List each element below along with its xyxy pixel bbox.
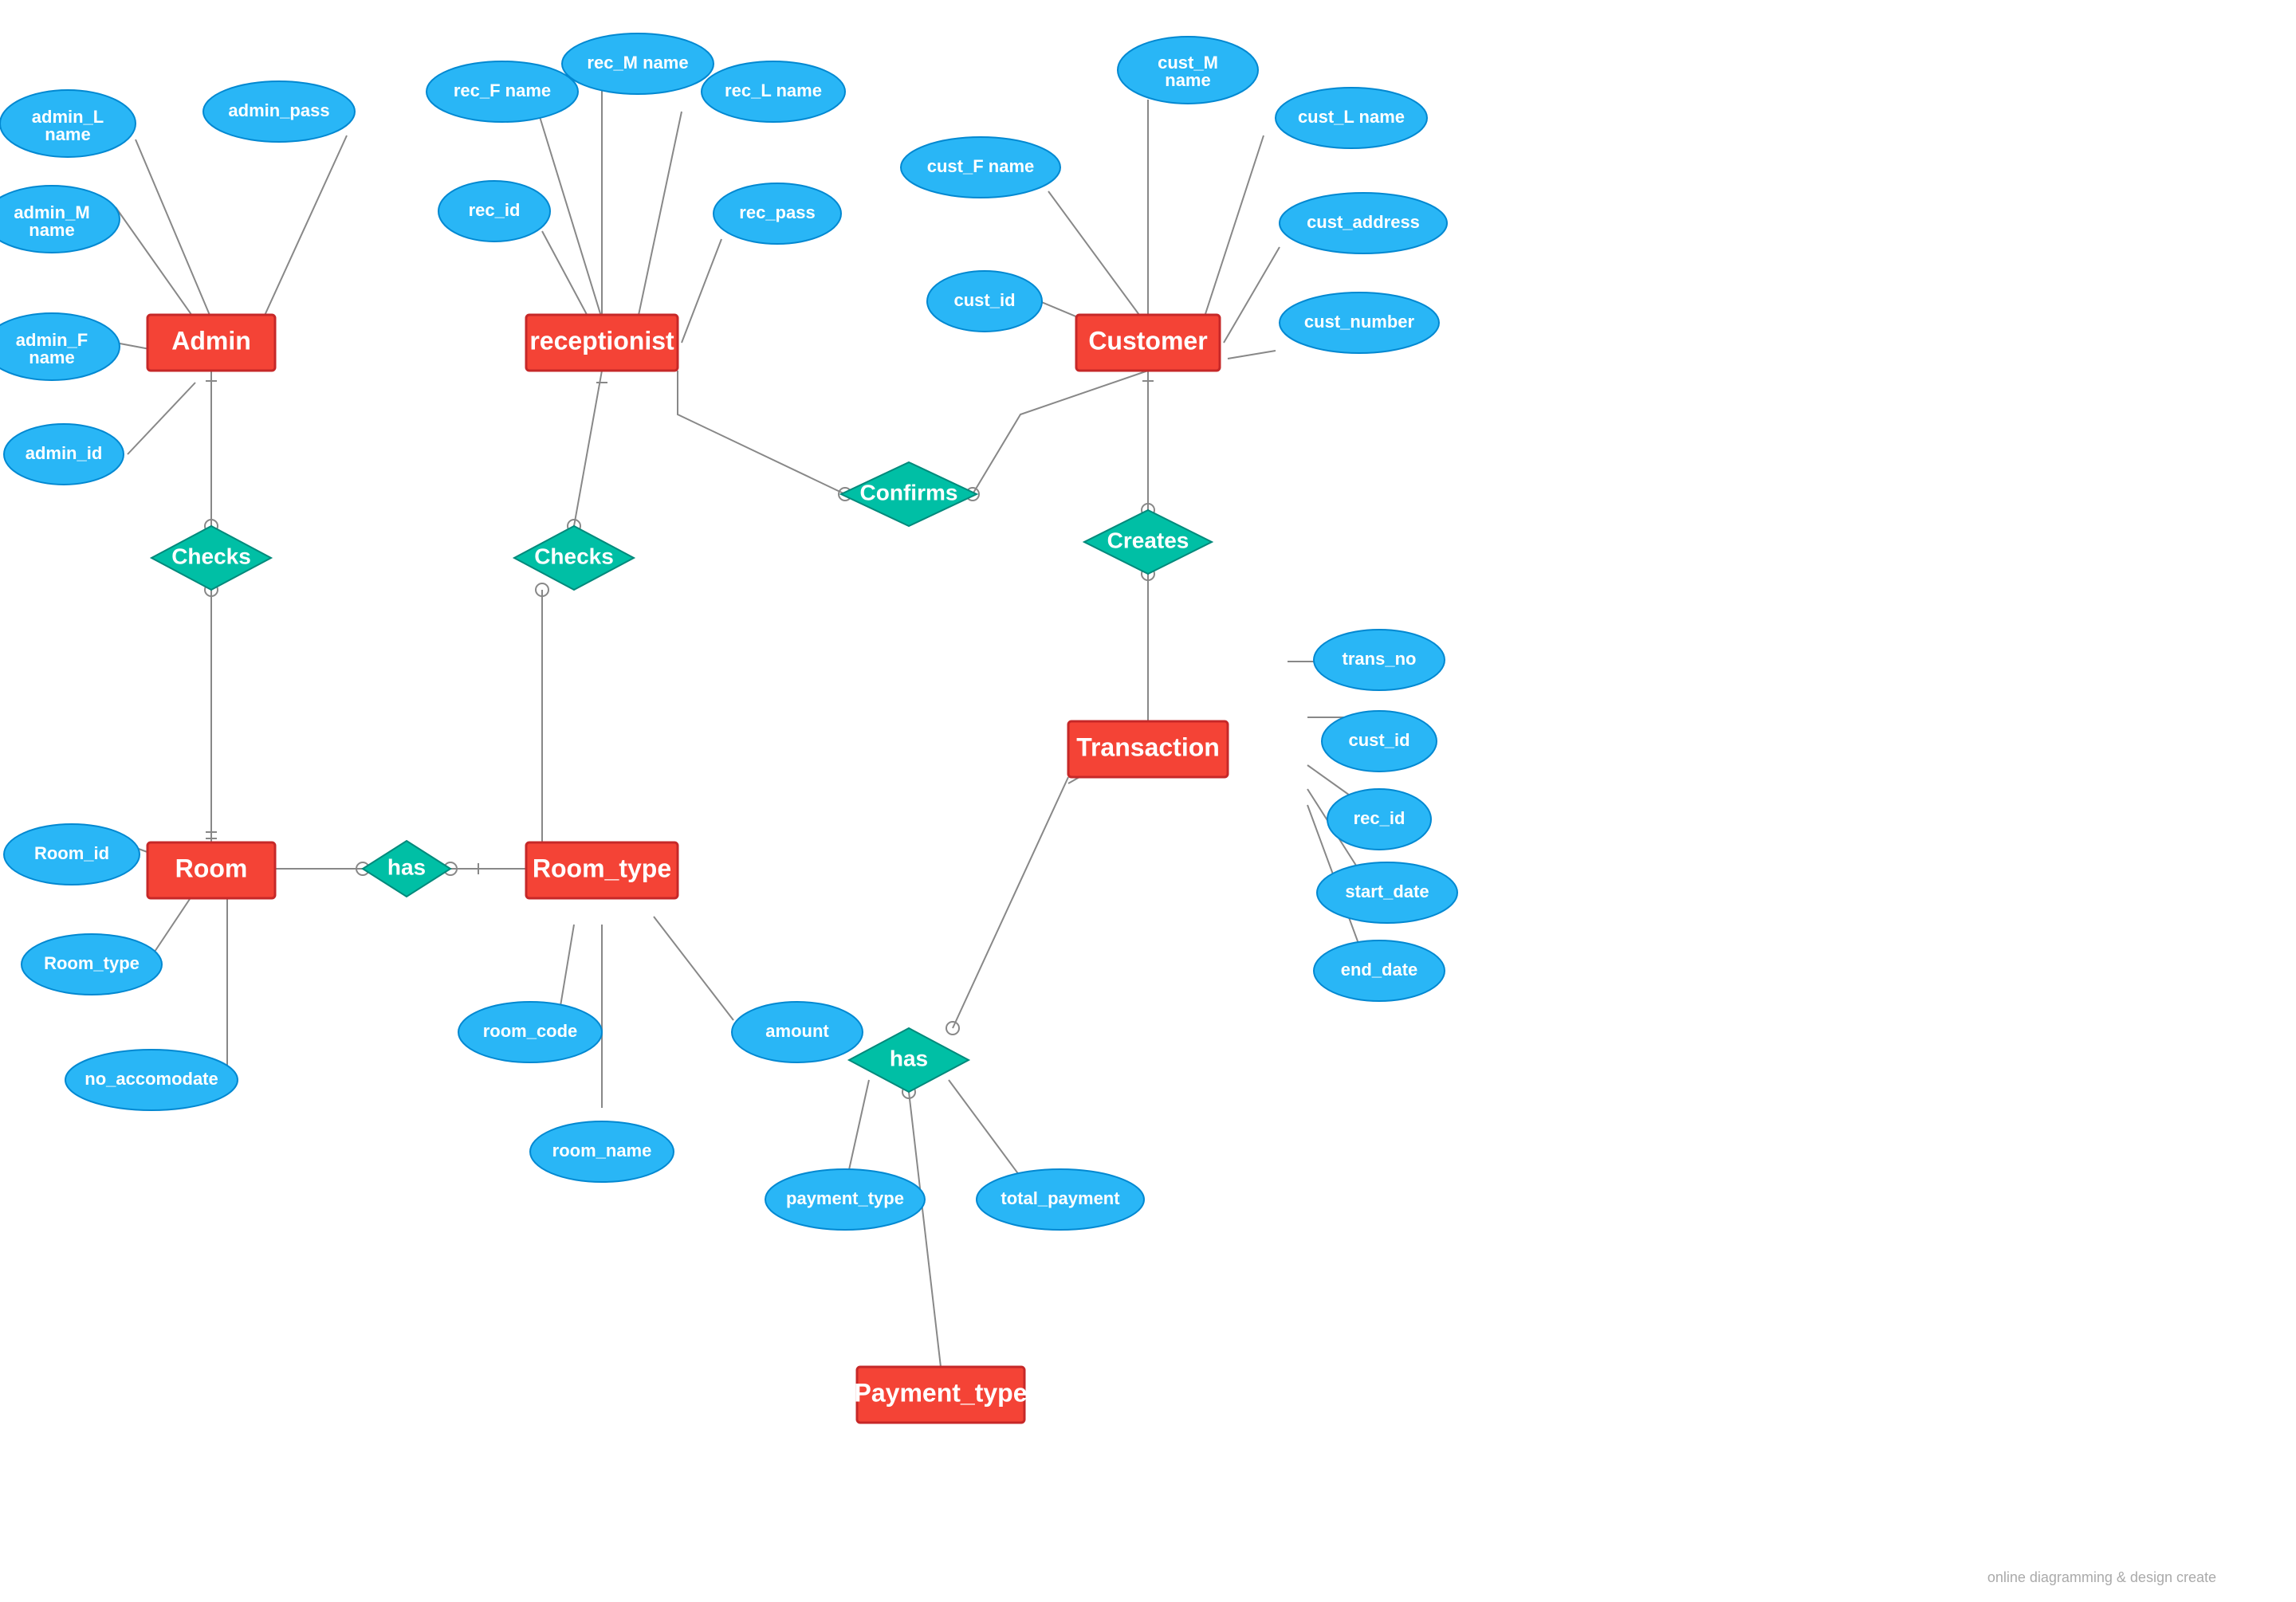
transaction-label: Transaction [1076, 732, 1220, 761]
checks2-label: Checks [534, 544, 614, 568]
rec-mname-text: rec_M name [587, 53, 688, 73]
cust-mname-text2: name [1165, 70, 1210, 90]
rec-pass-text: rec_pass [739, 202, 815, 222]
watermark: online diagramming & design create [1987, 1569, 2216, 1585]
admin-fname-text2: name [29, 347, 74, 367]
creates-label: Creates [1107, 528, 1189, 552]
total-payment-text: total_payment [1001, 1188, 1120, 1208]
cust-id-text: cust_id [953, 290, 1015, 310]
admin-id-text: admin_id [26, 443, 103, 463]
rec-lname-text: rec_L name [725, 80, 822, 100]
admin-label: Admin [171, 326, 251, 355]
has-pay-label: has [890, 1046, 928, 1070]
rec-fname-text: rec_F name [454, 80, 551, 100]
confirms-label: Confirms [860, 480, 958, 505]
end-date-text: end_date [1341, 960, 1418, 980]
cust-lname-text: cust_L name [1298, 107, 1405, 127]
rec-id-text: rec_id [469, 200, 521, 220]
no-accomodate-text: no_accomodate [85, 1069, 218, 1089]
cust-fname-text: cust_F name [927, 156, 1035, 176]
has-room-label: has [387, 854, 426, 879]
receptionist-label: receptionist [529, 326, 674, 355]
checks1-label: Checks [171, 544, 251, 568]
admin-pass-text: admin_pass [228, 100, 329, 120]
payment-type-attr-text: payment_type [786, 1188, 904, 1208]
start-date-text: start_date [1345, 881, 1429, 901]
room-id-text: Room_id [34, 843, 109, 863]
admin-mname-text2: name [29, 220, 74, 240]
cust-number-text: cust_number [1304, 312, 1415, 332]
cust-address-text: cust_address [1307, 212, 1420, 232]
room-type-attr2-text: Room_type [44, 953, 140, 973]
trans-no-text: trans_no [1343, 649, 1417, 669]
room-type-label: Room_type [533, 854, 671, 882]
payment-type-label: Payment_type [855, 1378, 1028, 1407]
customer-label: Customer [1088, 326, 1207, 355]
amount-text: amount [765, 1021, 829, 1041]
trans-rec-id-text: rec_id [1354, 808, 1406, 828]
trans-cust-id-text: cust_id [1348, 730, 1409, 750]
room-name-text: room_name [552, 1141, 652, 1160]
room-label: Room [175, 854, 248, 882]
admin-lname-text2: name [45, 124, 90, 144]
room-code-text: room_code [483, 1021, 578, 1041]
